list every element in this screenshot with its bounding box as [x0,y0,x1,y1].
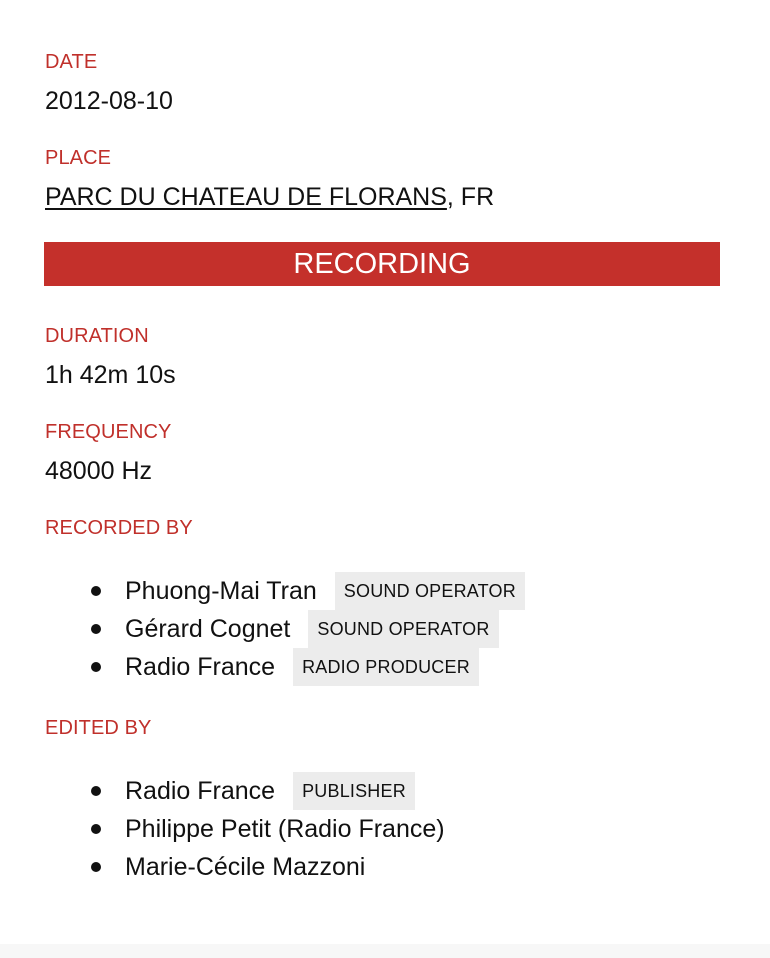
bullet-icon [91,786,101,796]
person-name: Marie-Cécile Mazzoni [125,853,366,881]
frequency-value: 48000 Hz [45,457,153,485]
page-footer-strip [0,944,770,958]
list-item: Philippe Petit (Radio France) [45,810,445,848]
list-item: Radio France PUBLISHER [45,772,445,810]
person-name: Philippe Petit (Radio France) [125,815,445,843]
recorded-by-list: Phuong-Mai Tran SOUND OPERATOR Gérard Cog… [45,572,525,686]
edited-by-label: EDITED BY [45,717,152,739]
person-name: Radio France [125,777,276,805]
recording-section-header: RECORDING [44,242,720,286]
list-item: Radio France RADIO PRODUCER [45,648,525,686]
place-link[interactable]: PARC DU CHATEAU DE FLORANS [45,183,447,211]
frequency-label: FREQUENCY [45,421,172,443]
person-name: Phuong-Mai Tran [125,577,317,605]
role-badge: PUBLISHER [293,772,415,810]
bullet-icon [91,662,101,672]
place-country: , FR [446,183,495,211]
bullet-icon [91,862,101,872]
recorded-by-label: RECORDED BY [45,517,193,539]
bullet-icon [91,824,101,834]
place-value: PARC DU CHATEAU DE FLORANS, FR [45,182,494,212]
person-name: Gérard Cognet [125,615,291,643]
list-item: Phuong-Mai Tran SOUND OPERATOR [45,572,525,610]
edited-by-list: Radio France PUBLISHER Philippe Petit (Ra… [45,772,445,886]
list-item: Gérard Cognet SOUND OPERATOR [45,610,525,648]
duration-value: 1h 42m 10s [45,361,176,389]
role-badge: SOUND OPERATOR [334,572,525,610]
duration-label: DURATION [45,325,149,347]
role-badge: SOUND OPERATOR [308,610,499,648]
place-label: PLACE [45,147,112,169]
bullet-icon [91,624,101,634]
date-value: 2012-08-10 [45,87,173,115]
person-name: Radio France [125,653,276,681]
role-badge: RADIO PRODUCER [293,648,479,686]
date-label: DATE [45,51,98,73]
bullet-icon [91,586,101,596]
list-item: Marie-Cécile Mazzoni [45,848,445,886]
